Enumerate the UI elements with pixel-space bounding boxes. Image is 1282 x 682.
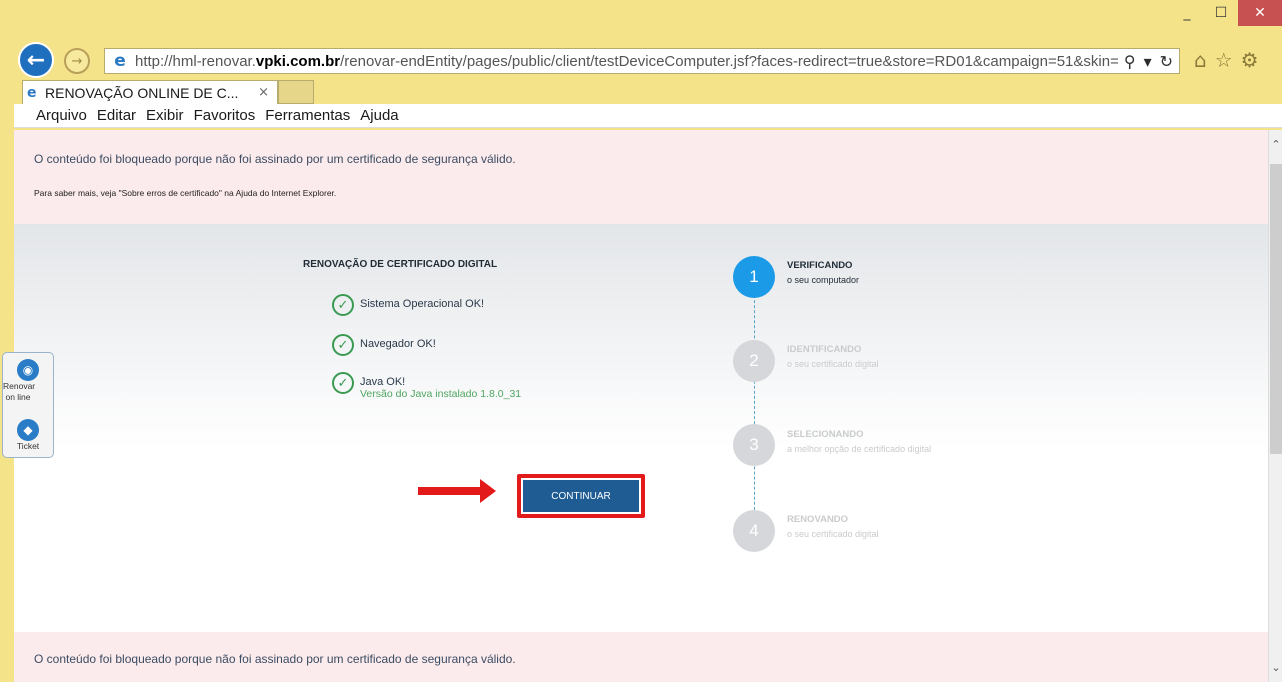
check-icon: ✓ <box>332 334 354 356</box>
back-button[interactable]: ← <box>18 42 54 78</box>
continue-button[interactable]: CONTINUAR <box>523 480 639 512</box>
blocked-content-notice: O conteúdo foi bloqueado porque não foi … <box>14 130 1268 224</box>
menu-ajuda[interactable]: Ajuda <box>360 107 398 124</box>
check-item-java: ✓ Java OK! Versão do Java instalado 1.8.… <box>332 372 521 400</box>
step-2-circle: 2 <box>733 340 775 382</box>
highlight-arrow <box>418 487 484 495</box>
check-label: Java OK! <box>360 376 406 388</box>
ticket-button[interactable]: ◆ Ticket <box>3 419 53 452</box>
home-icon[interactable]: ⌂ <box>1194 48 1207 72</box>
menu-ferramentas[interactable]: Ferramentas <box>265 107 350 124</box>
ie-icon: e <box>114 51 126 71</box>
step-1-title: VERIFICANDO <box>787 260 853 271</box>
ticket-icon: ◆ <box>17 419 39 441</box>
forward-button[interactable]: → <box>64 48 90 74</box>
check-item-browser: ✓ Navegador OK! <box>332 334 436 356</box>
check-label: Sistema Operacional OK! <box>360 298 485 310</box>
check-icon: ✓ <box>332 372 354 394</box>
back-icon: ← <box>26 47 46 73</box>
close-window-button[interactable]: ✕ <box>1238 0 1282 26</box>
step-1-subtitle: o seu computador <box>787 275 860 285</box>
step-2-title: IDENTIFICANDO <box>787 344 862 355</box>
renovar-label: Renovar on line <box>3 381 36 402</box>
page-title: RENOVAÇÃO DE CERTIFICADO DIGITAL <box>303 259 498 270</box>
scrollbar[interactable]: ⌃ ⌄ <box>1268 130 1282 682</box>
check-icon: ✓ <box>332 294 354 316</box>
ticket-label: Ticket <box>16 441 40 451</box>
gear-icon[interactable]: ⚙ <box>1241 48 1259 72</box>
step-connector <box>754 290 755 530</box>
menu-exibir[interactable]: Exibir <box>146 107 184 124</box>
maximize-button[interactable]: ☐ <box>1204 0 1238 26</box>
notice-message: O conteúdo foi bloqueado porque não foi … <box>34 152 516 166</box>
step-2-subtitle: o seu certificado digital <box>787 359 879 369</box>
highlight-arrow-head <box>480 479 496 503</box>
address-bar[interactable]: e http://hml-renovar.vpki.com.br/renovar… <box>104 48 1180 74</box>
ie-icon: e <box>27 84 37 101</box>
notice-help-text: Para saber mais, veja "Sobre erros de ce… <box>34 188 337 198</box>
browser-frame-left <box>0 0 14 682</box>
notice-message-bottom: O conteúdo foi bloqueado porque não foi … <box>34 652 516 666</box>
menu-arquivo[interactable]: Arquivo <box>36 107 87 124</box>
tab-close-button[interactable]: × <box>258 85 269 100</box>
refresh-icon[interactable]: ↻ <box>1160 52 1173 71</box>
step-3-subtitle: a melhor opção de certificado digital <box>787 444 932 454</box>
step-3-circle: 3 <box>733 424 775 466</box>
highlight-box: CONTINUAR <box>517 474 645 518</box>
scroll-down-icon[interactable]: ⌄ <box>1269 661 1282 674</box>
url-text[interactable]: http://hml-renovar.vpki.com.br/renovar-e… <box>135 53 1118 70</box>
minimize-button[interactable]: _ <box>1170 0 1204 26</box>
step-4-title: RENOVANDO <box>787 514 849 525</box>
page-content: O conteúdo foi bloqueado porque não foi … <box>14 130 1268 682</box>
step-4-subtitle: o seu certificado digital <box>787 529 879 539</box>
forward-icon: → <box>71 53 83 69</box>
check-item-os: ✓ Sistema Operacional OK! <box>332 294 484 316</box>
search-icon[interactable]: ⚲ <box>1124 52 1136 71</box>
menu-bar: Arquivo Editar Exibir Favoritos Ferramen… <box>14 104 1282 128</box>
step-1-circle: 1 <box>733 256 775 298</box>
check-label: Navegador OK! <box>360 338 436 350</box>
step-4-circle: 4 <box>733 510 775 552</box>
star-icon[interactable]: ☆ <box>1215 48 1233 72</box>
java-version-text: Versão do Java instalado 1.8.0_31 <box>360 388 522 400</box>
menu-editar[interactable]: Editar <box>97 107 136 124</box>
new-tab-button[interactable] <box>278 80 314 104</box>
scroll-thumb[interactable] <box>1270 164 1282 454</box>
tab-active[interactable]: e RENOVAÇÃO ONLINE DE C... × <box>22 80 278 104</box>
renovar-online-button[interactable]: ◉ Renovar on line <box>3 359 53 403</box>
window-controls: _ ☐ ✕ <box>1170 0 1282 28</box>
step-3-title: SELECIONANDO <box>787 429 864 440</box>
tab-label: RENOVAÇÃO ONLINE DE C... <box>45 84 239 101</box>
dropdown-icon[interactable]: ▾ <box>1144 52 1152 71</box>
main-area <box>14 224 1268 632</box>
renovar-icon: ◉ <box>17 359 39 381</box>
menu-favoritos[interactable]: Favoritos <box>194 107 256 124</box>
scroll-up-icon[interactable]: ⌃ <box>1269 138 1282 151</box>
blocked-content-notice-bottom: O conteúdo foi bloqueado porque não foi … <box>14 632 1268 682</box>
side-widget: ◉ Renovar on line ◆ Ticket <box>2 352 54 458</box>
